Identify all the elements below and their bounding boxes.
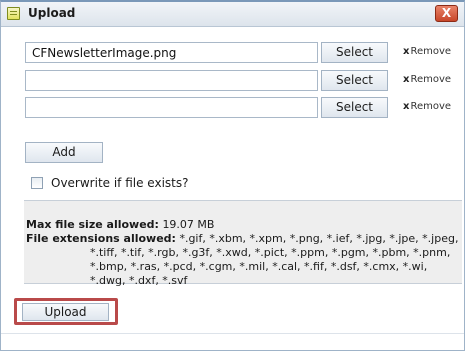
file-path-input-2[interactable]	[25, 70, 318, 91]
remove-label: Remove	[410, 46, 452, 57]
select-button-3[interactable]: Select	[321, 97, 388, 118]
dialog-titlebar: Upload X	[1, 2, 464, 27]
remove-link-3[interactable]: xRemove	[403, 101, 451, 112]
file-row-1: CFNewsletterImage.png Select xRemove	[25, 42, 465, 64]
extensions-label: File extensions allowed:	[26, 232, 176, 245]
extensions-block: File extensions allowed: *.gif, *.xbm, *…	[26, 232, 458, 288]
close-button[interactable]: X	[435, 5, 458, 22]
remove-label: Remove	[410, 101, 452, 112]
divider	[1, 333, 464, 334]
remove-icon: x	[403, 74, 410, 85]
upload-button[interactable]: Upload	[22, 303, 109, 321]
remove-link-1[interactable]: xRemove	[403, 46, 451, 57]
dialog-title: Upload	[28, 6, 76, 20]
overwrite-label: Overwrite if file exists?	[51, 176, 189, 190]
upload-info-panel: Max file size allowed: 19.07 MB File ext…	[24, 200, 462, 287]
extensions-line: File extensions allowed: *.gif, *.xbm, *…	[26, 232, 458, 246]
select-button-1[interactable]: Select	[321, 42, 388, 63]
overwrite-checkbox[interactable]	[31, 177, 43, 189]
max-size-label: Max file size allowed:	[26, 218, 159, 231]
remove-link-2[interactable]: xRemove	[403, 74, 451, 85]
file-path-input-1[interactable]: CFNewsletterImage.png	[25, 42, 318, 63]
upload-dialog: Upload X CFNewsletterImage.png Select xR…	[0, 0, 465, 351]
extensions-values: *.gif, *.xbm, *.xpm, *.png, *.ief, *.jpg…	[179, 232, 459, 245]
remove-icon: x	[403, 101, 410, 112]
select-button-2[interactable]: Select	[321, 70, 388, 91]
file-row-3: Select xRemove	[25, 97, 465, 119]
file-path-input-3[interactable]	[25, 97, 318, 118]
max-size-value: 19.07 MB	[162, 218, 215, 231]
remove-icon: x	[403, 46, 410, 57]
remove-label: Remove	[410, 74, 452, 85]
extensions-values-continued: *.tiff, *.tif, *.rgb, *.g3f, *.xwd, *.pi…	[90, 246, 451, 287]
upload-dialog-icon	[7, 7, 20, 20]
max-size-line: Max file size allowed: 19.07 MB	[26, 218, 462, 232]
file-row-2: Select xRemove	[25, 70, 465, 92]
add-button[interactable]: Add	[25, 142, 103, 163]
